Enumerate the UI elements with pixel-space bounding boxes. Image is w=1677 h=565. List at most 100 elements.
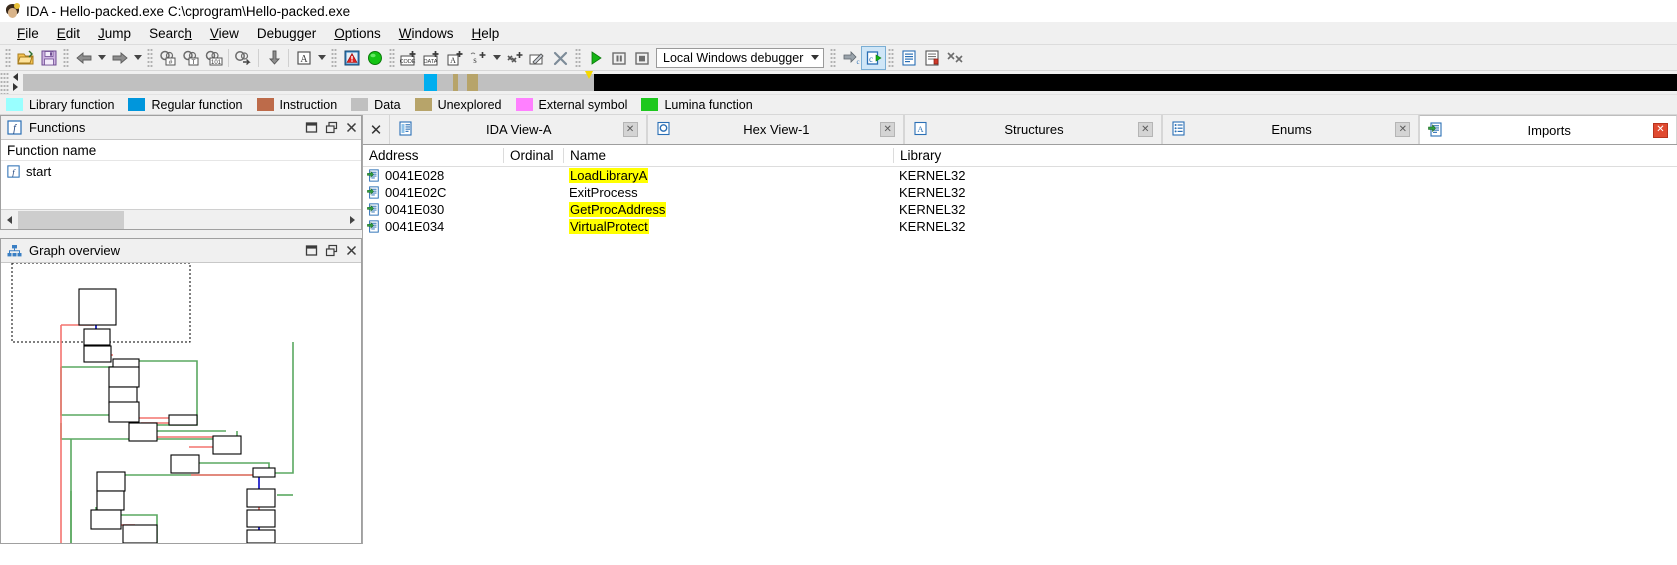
string-type-dropdown[interactable] xyxy=(315,47,328,69)
title-bar: IDA - Hello-packed.exe C:\cprogram\Hello… xyxy=(0,0,1677,22)
tab-close-icon[interactable]: ✕ xyxy=(1395,122,1410,137)
delete-icon[interactable] xyxy=(549,47,572,69)
imports-cell-address: 0041E02C xyxy=(363,185,503,200)
imports-header-address[interactable]: Address xyxy=(363,148,503,163)
graph-overview-canvas[interactable] xyxy=(1,263,361,543)
restore-window-icon[interactable] xyxy=(301,241,321,261)
undock-window-icon[interactable] xyxy=(321,241,341,261)
imports-table-row[interactable]: 0041E034VirtualProtectKERNEL32 xyxy=(363,218,1677,235)
run-debugger-icon[interactable] xyxy=(584,47,607,69)
tab-enums[interactable]: Enums✕ xyxy=(1162,115,1420,144)
back-history-dropdown[interactable] xyxy=(95,47,108,69)
step-into-icon[interactable]: c xyxy=(839,47,862,69)
tab-ida-view-a[interactable]: IDA View-A✕ xyxy=(389,115,647,144)
make-string-icon[interactable]: A xyxy=(444,47,467,69)
navigate-back-icon[interactable] xyxy=(72,47,95,69)
imports-header-library[interactable]: Library xyxy=(893,148,1677,163)
imports-table-row[interactable]: 0041E028LoadLibraryAKERNEL32 xyxy=(363,167,1677,184)
toolbar-grip[interactable] xyxy=(5,48,11,68)
menu-item-view[interactable]: View xyxy=(201,24,248,43)
imports-cell-name: GetProcAddress xyxy=(563,202,893,217)
string-type-icon[interactable]: A xyxy=(292,47,315,69)
make-code-icon[interactable]: CODE xyxy=(398,47,421,69)
xrefs-icon[interactable] xyxy=(943,47,966,69)
restore-window-icon[interactable] xyxy=(301,118,321,138)
toolbar-grip-3[interactable] xyxy=(147,48,153,68)
menu-item-search[interactable]: Search xyxy=(140,24,201,43)
tab-structures[interactable]: AStructures✕ xyxy=(904,115,1162,144)
imports-table-row[interactable]: 0041E02CExitProcessKERNEL32 xyxy=(363,184,1677,201)
strings-window-icon[interactable] xyxy=(920,47,943,69)
legend-label: Library function xyxy=(29,98,114,112)
navigator-scroll-arrows[interactable] xyxy=(9,72,23,94)
imports-table-row[interactable]: 0041E030GetProcAddressKERNEL32 xyxy=(363,201,1677,218)
graph-ok-icon[interactable] xyxy=(363,47,386,69)
navigator-grip[interactable] xyxy=(0,72,9,94)
functions-hscrollbar[interactable] xyxy=(1,209,361,229)
imports-cell-address: 0041E034 xyxy=(363,219,503,234)
graph-overview-svg xyxy=(1,263,361,543)
dock-splitter[interactable] xyxy=(0,230,362,238)
search-immediate-icon[interactable]: 101 xyxy=(202,47,225,69)
toolbar-grip-7[interactable] xyxy=(830,48,836,68)
make-struct-icon[interactable]: s xyxy=(467,47,490,69)
navigator-bar[interactable] xyxy=(23,74,1677,91)
menu-item-jump[interactable]: Jump xyxy=(89,24,140,43)
scroll-right-arrow-icon[interactable] xyxy=(344,211,361,229)
jump-down-icon[interactable] xyxy=(262,47,285,69)
close-panel-icon[interactable] xyxy=(341,118,361,138)
debugger-select[interactable]: Local Windows debugger xyxy=(656,48,824,68)
undock-window-icon[interactable] xyxy=(321,118,341,138)
pause-debugger-icon[interactable] xyxy=(607,47,630,69)
tab-close-icon[interactable]: ✕ xyxy=(1653,123,1668,138)
functions-hscroll-thumb[interactable] xyxy=(18,211,124,229)
navigate-forward-icon[interactable] xyxy=(108,47,131,69)
functions-panel-titlebar: f Functions xyxy=(1,116,361,140)
imports-header-name[interactable]: Name xyxy=(563,148,893,163)
save-icon[interactable] xyxy=(37,47,60,69)
scroll-left-arrow-icon[interactable] xyxy=(1,211,18,229)
menu-item-help[interactable]: Help xyxy=(463,24,509,43)
menu-item-debugger[interactable]: Debugger xyxy=(248,24,325,43)
toolbar-grip-8[interactable] xyxy=(888,48,894,68)
forward-history-dropdown[interactable] xyxy=(131,47,144,69)
menu-item-options[interactable]: Options xyxy=(325,24,390,43)
toolbar-grip-4[interactable] xyxy=(331,48,337,68)
problems-icon[interactable] xyxy=(340,47,363,69)
jump-to-icon[interactable] xyxy=(232,47,255,69)
close-all-tabs-icon[interactable]: ✕ xyxy=(363,115,389,144)
undefine-icon[interactable] xyxy=(503,47,526,69)
main-area: f Functions xyxy=(0,115,1677,544)
make-data-icon[interactable]: DATA xyxy=(421,47,444,69)
close-panel-icon[interactable] xyxy=(341,241,361,261)
search-text-icon[interactable]: T xyxy=(179,47,202,69)
tab-hex-view-1[interactable]: Hex View-1✕ xyxy=(647,115,905,144)
functions-panel: f Functions xyxy=(0,115,362,230)
functions-panel-body: Function name fstart xyxy=(1,140,361,209)
edit-function-icon[interactable] xyxy=(526,47,549,69)
legend-item-unexplored: Unexplored xyxy=(415,98,502,112)
tab-close-icon[interactable]: ✕ xyxy=(1138,122,1153,137)
search-hex-icon[interactable]: # xyxy=(156,47,179,69)
stop-debugger-icon[interactable] xyxy=(630,47,653,69)
toolbar-grip-2[interactable] xyxy=(63,48,69,68)
toolbar-grip-5[interactable] xyxy=(389,48,395,68)
imports-list-icon[interactable] xyxy=(897,47,920,69)
imports-header-ordinal[interactable]: Ordinal xyxy=(503,148,563,163)
function-f-icon: f xyxy=(7,165,20,178)
toolbar-grip-6[interactable] xyxy=(575,48,581,68)
toolbar-separator-1 xyxy=(228,49,229,67)
import-entry-icon xyxy=(367,203,380,216)
functions-hscroll-track[interactable] xyxy=(18,211,344,229)
tab-imports[interactable]: Imports✕ xyxy=(1419,115,1677,144)
chevron-down-icon xyxy=(811,55,819,60)
menu-item-windows[interactable]: Windows xyxy=(390,24,463,43)
menu-item-file[interactable]: File xyxy=(8,24,48,43)
tab-close-icon[interactable]: ✕ xyxy=(880,122,895,137)
menu-item-edit[interactable]: Edit xyxy=(48,24,89,43)
open-folder-icon[interactable] xyxy=(14,47,37,69)
tab-close-icon[interactable]: ✕ xyxy=(623,122,638,137)
make-struct-dropdown[interactable] xyxy=(490,47,503,69)
function-list-item[interactable]: fstart xyxy=(1,161,361,181)
continue-icon[interactable]: c xyxy=(862,47,885,69)
